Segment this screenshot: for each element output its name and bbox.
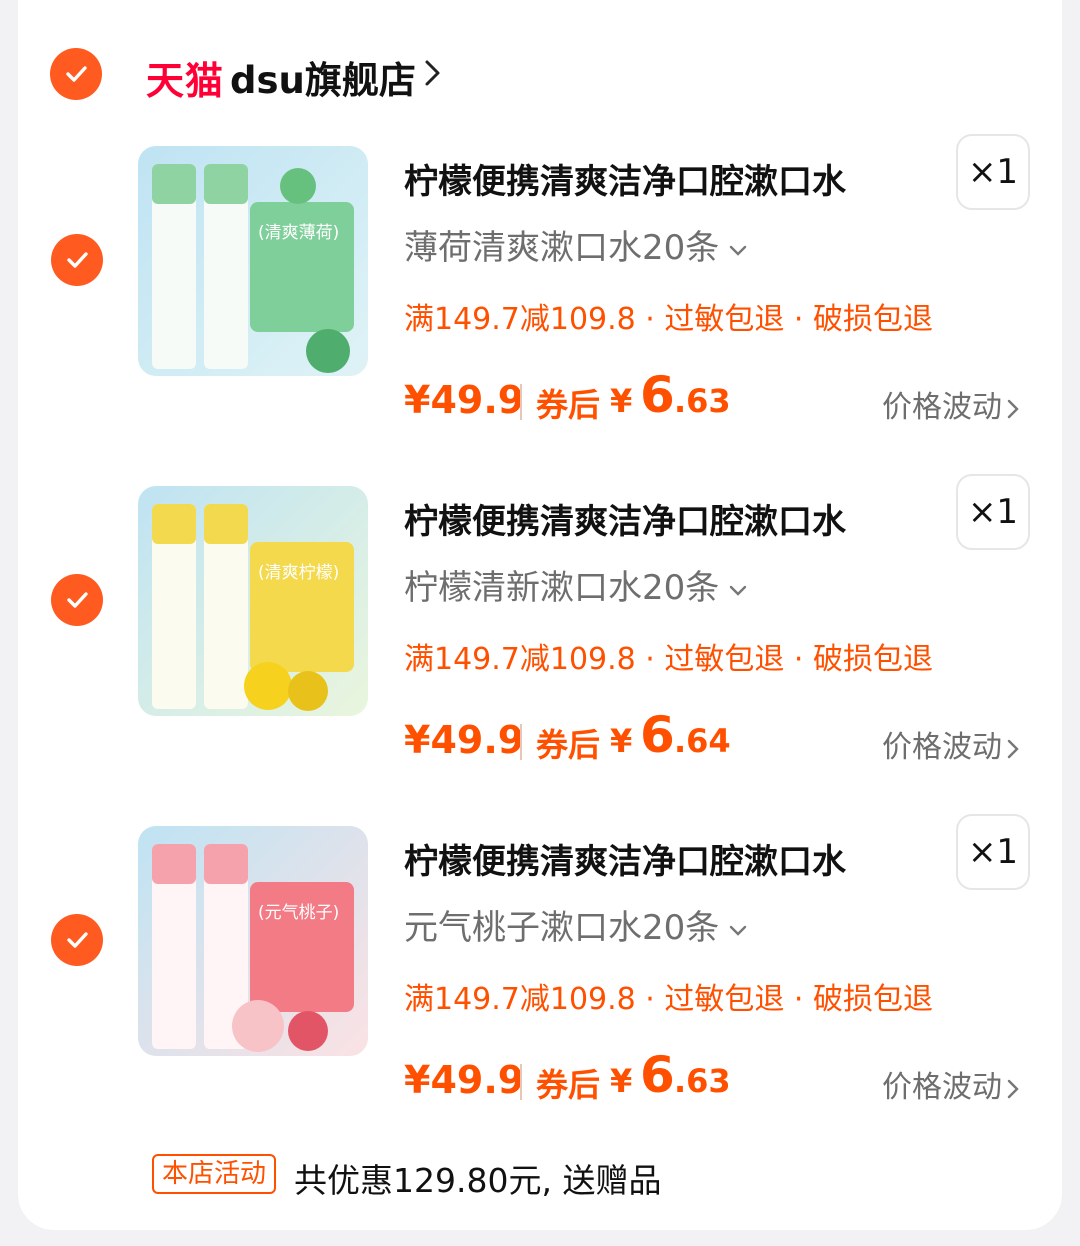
- sku-label: 元气桃子漱口水20条: [404, 908, 720, 948]
- store-name[interactable]: dsu旗舰店: [230, 50, 416, 104]
- flavor-tag: (清爽柠檬): [258, 563, 339, 583]
- chevron-down-icon: [730, 245, 747, 256]
- price-trend-link[interactable]: 价格波动: [882, 1062, 1022, 1106]
- sku-label: 柠檬清新漱口水20条: [404, 568, 720, 608]
- chevron-down-icon: [730, 585, 747, 596]
- flavor-tag: (元气桃子): [258, 903, 339, 923]
- item-select-checkbox[interactable]: [51, 914, 103, 966]
- flavor-tag: (清爽薄荷): [258, 223, 339, 243]
- price-trend-label: 价格波动: [882, 730, 1002, 765]
- store-select-checkbox[interactable]: [50, 48, 102, 100]
- price-row: ¥49.9 券后 ¥ 6 .63 价格波动: [404, 366, 1044, 428]
- check-icon: [67, 252, 88, 268]
- chevron-down-icon: [730, 925, 747, 936]
- after-coupon-yen: ¥: [610, 1062, 633, 1100]
- cart-item: (清爽柠檬) 柠檬便携清爽洁净口腔漱口水 ×1 柠檬清新漱口水20条 满149.…: [18, 474, 1062, 786]
- after-coupon-dec: .63: [674, 1062, 731, 1100]
- cart-item: (元气桃子) 柠檬便携清爽洁净口腔漱口水 ×1 元气桃子漱口水20条 满149.…: [18, 814, 1062, 1126]
- after-coupon-yen: ¥: [610, 722, 633, 760]
- product-title[interactable]: 柠檬便携清爽洁净口腔漱口水: [404, 154, 846, 203]
- chevron-right-icon[interactable]: [418, 56, 446, 90]
- chevron-right-icon: [1007, 739, 1019, 758]
- after-coupon-label: 券后: [536, 726, 601, 764]
- after-coupon-dec: .63: [674, 382, 731, 420]
- product-image-art: (清爽柠檬): [138, 486, 368, 716]
- original-price: ¥49.9: [404, 1058, 525, 1102]
- after-coupon-int: 6: [640, 706, 675, 764]
- promo-text: 满149.7减109.8 · 过敏包退 · 破损包退: [404, 982, 933, 1017]
- product-image[interactable]: (元气桃子): [138, 826, 368, 1056]
- quantity-button[interactable]: ×1: [956, 814, 1030, 890]
- price-divider: [520, 384, 522, 420]
- product-image-art: (元气桃子): [138, 826, 368, 1056]
- cart-item: (清爽薄荷) 柠檬便携清爽洁净口腔漱口水 ×1 薄荷清爽漱口水20条 满149.…: [18, 134, 1062, 446]
- store-activity[interactable]: 本店活动 共优惠129.80元, 送赠品: [152, 1154, 952, 1200]
- chevron-right-icon: [1007, 1079, 1019, 1098]
- price-trend-link[interactable]: 价格波动: [882, 722, 1022, 766]
- promo-text: 满149.7减109.8 · 过敏包退 · 破损包退: [404, 642, 933, 677]
- original-price: ¥49.9: [404, 718, 525, 762]
- check-icon: [67, 932, 88, 948]
- product-image-art: (清爽薄荷): [138, 146, 368, 376]
- price-divider: [520, 1064, 522, 1100]
- after-coupon-int: 6: [640, 366, 675, 424]
- after-coupon-label: 券后: [536, 1066, 601, 1104]
- price-divider: [520, 724, 522, 760]
- activity-summary: 共优惠129.80元, 送赠品: [294, 1161, 662, 1200]
- cart-store-card: 天猫 dsu旗舰店 (清爽薄荷) 柠檬便携清爽洁净口腔漱口水 ×1 薄荷清爽漱口…: [18, 0, 1062, 1230]
- sku-label: 薄荷清爽漱口水20条: [404, 228, 720, 268]
- promo-text: 满149.7减109.8 · 过敏包退 · 破损包退: [404, 302, 933, 337]
- sku-selector[interactable]: 柠檬清新漱口水20条: [404, 560, 749, 609]
- after-coupon-int: 6: [640, 1046, 675, 1104]
- price-trend-label: 价格波动: [882, 1070, 1002, 1105]
- item-select-checkbox[interactable]: [51, 574, 103, 626]
- product-title[interactable]: 柠檬便携清爽洁净口腔漱口水: [404, 834, 846, 883]
- price-trend-label: 价格波动: [882, 390, 1002, 425]
- item-select-checkbox[interactable]: [51, 234, 103, 286]
- activity-badge: 本店活动: [152, 1154, 277, 1194]
- after-coupon-yen: ¥: [610, 382, 633, 420]
- price-trend-link[interactable]: 价格波动: [882, 382, 1022, 426]
- store-header[interactable]: 天猫 dsu旗舰店: [18, 44, 718, 104]
- sku-selector[interactable]: 薄荷清爽漱口水20条: [404, 220, 749, 269]
- after-coupon-dec: .64: [674, 722, 731, 760]
- product-title[interactable]: 柠檬便携清爽洁净口腔漱口水: [404, 494, 846, 543]
- check-icon: [66, 66, 87, 82]
- tmall-logo: 天猫: [146, 59, 225, 103]
- product-image[interactable]: (清爽薄荷): [138, 146, 368, 376]
- quantity-button[interactable]: ×1: [956, 474, 1030, 550]
- original-price: ¥49.9: [404, 378, 525, 422]
- after-coupon-label: 券后: [536, 386, 601, 424]
- chevron-right-icon: [1007, 399, 1019, 418]
- sku-selector[interactable]: 元气桃子漱口水20条: [404, 900, 749, 949]
- product-image[interactable]: (清爽柠檬): [138, 486, 368, 716]
- price-row: ¥49.9 券后 ¥ 6 .63 价格波动: [404, 1046, 1044, 1108]
- quantity-button[interactable]: ×1: [956, 134, 1030, 210]
- price-row: ¥49.9 券后 ¥ 6 .64 价格波动: [404, 706, 1044, 768]
- check-icon: [67, 592, 88, 608]
